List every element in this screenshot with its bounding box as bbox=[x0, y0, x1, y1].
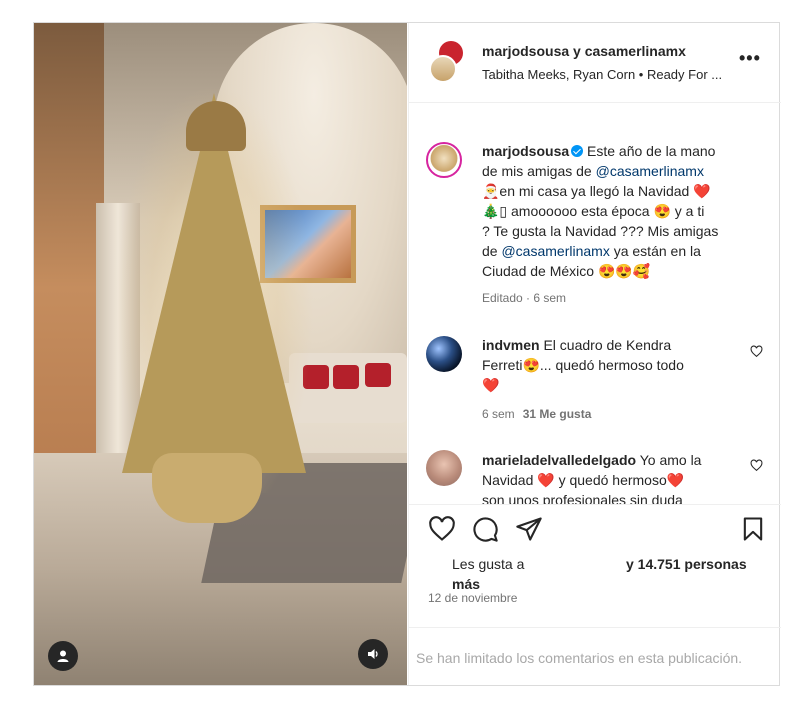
post-header: marjodsousa y casamerlinamx Tabitha Meek… bbox=[409, 23, 781, 103]
comment-username[interactable]: marieladelvalledelgado bbox=[482, 452, 636, 468]
caption-line: de mis amigas de bbox=[482, 163, 596, 179]
comment-text: marieladelvalledelgado Yo amo la Navidad… bbox=[482, 450, 748, 504]
comment-like-heart-icon[interactable] bbox=[750, 459, 763, 472]
avatar-marjodsousa bbox=[429, 55, 457, 83]
comment-line: Ferreti😍... quedó hermoso todo bbox=[482, 357, 684, 373]
caption-line: 🎅en mi casa ya llegó la Navidad ❤️ bbox=[482, 183, 711, 199]
comments-limited-text: Se han limitado los comentarios en esta … bbox=[416, 650, 743, 666]
comment-text: indvmen El cuadro de Kendra Ferreti😍... … bbox=[482, 335, 748, 395]
caption-meta: Editado · 6 sem bbox=[482, 291, 567, 305]
comment-like-heart-icon[interactable] bbox=[750, 345, 763, 358]
caption-line: Ciudad de México 😍😍🥰 bbox=[482, 263, 651, 279]
verified-badge-icon bbox=[571, 145, 584, 157]
avatar[interactable] bbox=[426, 336, 462, 372]
caption-username[interactable]: marjodsousa bbox=[482, 143, 569, 159]
post-date[interactable]: 12 de noviembre bbox=[428, 591, 517, 605]
collab-avatars[interactable] bbox=[429, 41, 465, 83]
comment-line: son unos profesionales sin duda bbox=[482, 492, 683, 504]
comment-icon[interactable] bbox=[471, 515, 499, 543]
speaker-icon bbox=[368, 649, 378, 659]
likes-prefix: Les gusta a bbox=[452, 556, 525, 572]
caption-text: marjodsousa Este año de la mano de mis a… bbox=[482, 141, 748, 281]
likes-count[interactable]: y 14.751 personas bbox=[626, 556, 747, 572]
photo-tree-base bbox=[152, 453, 262, 523]
comment-line: El cuadro de Kendra bbox=[543, 337, 672, 353]
paper-plane-icon[interactable] bbox=[515, 515, 543, 543]
caption-line: ? Te gusta la Navidad ??? Mis amigas bbox=[482, 223, 719, 239]
caption-line: ya están en la bbox=[609, 243, 701, 259]
comment-line: ❤️ bbox=[482, 377, 500, 393]
comment-line: Navidad ❤️ y quedó hermoso❤️ bbox=[482, 472, 685, 488]
comments-scroll-area[interactable]: marjodsousa Este año de la mano de mis a… bbox=[409, 104, 781, 504]
audio-toggle-button[interactable] bbox=[358, 639, 388, 669]
audio-track[interactable]: Tabitha Meeks, Ryan Corn • Ready For ... bbox=[482, 67, 722, 82]
comment-line: Yo amo la bbox=[639, 452, 702, 468]
comments-limited-notice: Se han limitado los comentarios en esta … bbox=[409, 627, 781, 685]
heart-icon[interactable] bbox=[428, 515, 456, 543]
caption-line: Este año de la mano bbox=[587, 143, 716, 159]
caption-line: 🎄▯ amoooooo esta época 😍 y a ti bbox=[482, 203, 705, 219]
likes-count-link[interactable]: y 14.751 personas bbox=[626, 554, 747, 574]
post-media[interactable] bbox=[34, 23, 407, 685]
instagram-post: marjodsousa y casamerlinamx Tabitha Meek… bbox=[33, 22, 781, 686]
comment-meta: 6 sem 31 Me gusta bbox=[482, 407, 591, 421]
user-icon bbox=[57, 650, 69, 662]
comment-username[interactable]: indvmen bbox=[482, 337, 540, 353]
mention-link[interactable]: @casamerlinamx bbox=[596, 163, 704, 179]
avatar[interactable] bbox=[426, 450, 462, 486]
post-details-panel: marjodsousa y casamerlinamx Tabitha Meek… bbox=[408, 23, 781, 685]
user-tags-button[interactable] bbox=[48, 641, 78, 671]
mention-link[interactable]: @casamerlinamx bbox=[501, 243, 609, 259]
action-bar bbox=[409, 504, 781, 552]
avatar[interactable] bbox=[426, 142, 462, 178]
post-authors[interactable]: marjodsousa y casamerlinamx bbox=[482, 43, 686, 59]
more-options-button[interactable]: ••• bbox=[739, 49, 761, 67]
bookmark-icon[interactable] bbox=[739, 515, 767, 543]
comment-time: 6 sem bbox=[482, 407, 515, 421]
comment-likes-count[interactable]: 31 Me gusta bbox=[523, 407, 592, 421]
caption-line: de bbox=[482, 243, 502, 259]
